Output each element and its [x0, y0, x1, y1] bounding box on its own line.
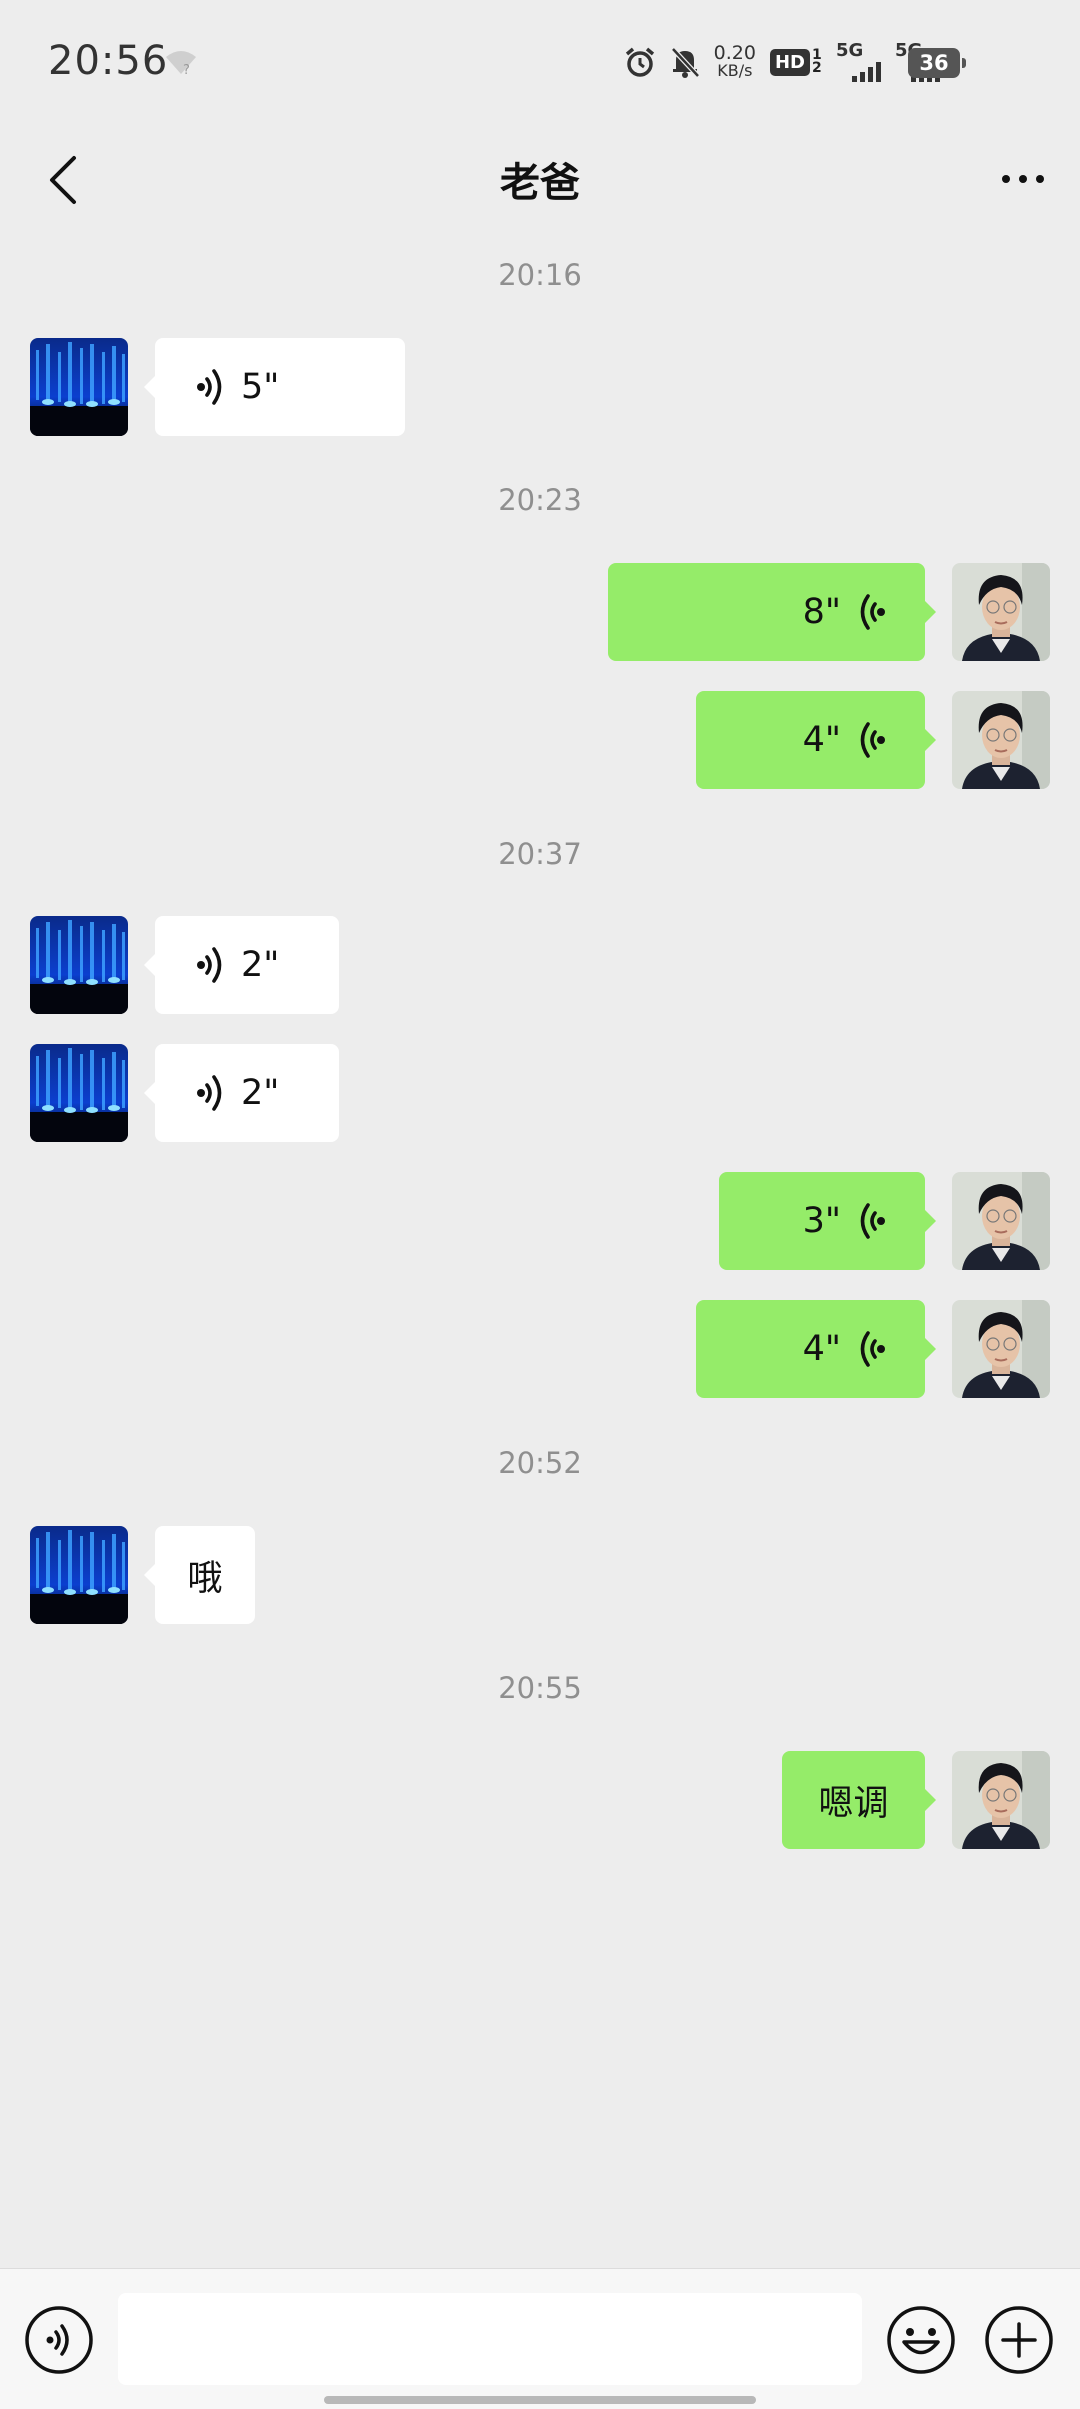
battery-level: 36: [908, 48, 960, 78]
voice-bubble[interactable]: 2": [144, 1044, 339, 1142]
svg-text:?: ?: [183, 63, 190, 76]
text-bubble[interactable]: 嗯调: [782, 1751, 936, 1849]
voice-duration: 2": [241, 1073, 280, 1113]
avatar-self[interactable]: [952, 691, 1050, 789]
voice-duration: 4": [802, 1329, 841, 1369]
hd-sub: 1 2: [812, 47, 822, 76]
message-input[interactable]: [118, 2293, 862, 2385]
voice-bubble[interactable]: 8": [608, 563, 936, 661]
alarm-icon: [625, 47, 654, 77]
voice-icon: [860, 722, 887, 758]
voice-duration: 5": [241, 367, 280, 407]
signal-1: 5G: [836, 42, 881, 82]
portrait-avatar-image: [952, 563, 1050, 661]
timestamp: 20:55: [498, 1671, 582, 1705]
status-time: 20:56: [48, 38, 169, 84]
voice-duration: 2": [241, 945, 280, 985]
message-outgoing-voice: 4": [696, 1300, 1050, 1398]
chat-title: 老爸: [500, 160, 580, 206]
signal-bars-icon: [852, 60, 881, 82]
status-icons: 0.20 KB/s HD 1 2 5G 5G: [624, 42, 940, 82]
timestamp: 20:23: [498, 483, 582, 517]
voice-duration: 3": [802, 1201, 841, 1241]
message-outgoing-voice: 4": [696, 691, 1050, 789]
wifi-icon: ?: [166, 51, 196, 76]
hd-voice-indicator: HD 1 2: [769, 47, 822, 76]
message-incoming-voice: 2": [30, 916, 350, 1014]
status-bar: 20:56 ? 0.20 KB/s HD 1 2 5G 36: [0, 0, 1080, 130]
avatar-self[interactable]: [952, 1172, 1050, 1270]
voice-bubble[interactable]: 2": [144, 916, 339, 1014]
portrait-avatar-image: [952, 1172, 1050, 1270]
voice-icon: [195, 369, 222, 405]
avatar-self[interactable]: [952, 1751, 1050, 1849]
fountain-avatar-image: [30, 1044, 128, 1142]
voice-icon: [195, 1075, 222, 1111]
input-bar: [0, 2268, 1080, 2409]
voice-duration: 8": [802, 592, 841, 632]
voice-icon: [860, 594, 887, 630]
hd-badge: HD: [769, 48, 810, 76]
timestamp: 20:16: [498, 258, 582, 292]
more-button[interactable]: [988, 144, 1058, 214]
portrait-avatar-image: [952, 1300, 1050, 1398]
avatar-self[interactable]: [952, 563, 1050, 661]
fountain-avatar-image: [30, 1526, 128, 1624]
voice-bubble[interactable]: 4": [696, 1300, 936, 1398]
avatar-self[interactable]: [952, 1300, 1050, 1398]
message-outgoing-voice: 8": [608, 563, 1050, 661]
more-dots-icon: [1002, 175, 1010, 183]
timestamp: 20:37: [498, 837, 582, 871]
voice-bubble[interactable]: 5": [144, 338, 405, 436]
message-incoming-voice: 2": [30, 1044, 350, 1142]
avatar-father[interactable]: [30, 916, 128, 1014]
avatar-father[interactable]: [30, 1526, 128, 1624]
avatar-father[interactable]: [30, 338, 128, 436]
voice-icon: [860, 1331, 887, 1367]
net-speed-value: 0.20: [713, 42, 756, 64]
portrait-avatar-image: [952, 691, 1050, 789]
battery-icon: 36: [908, 48, 966, 78]
home-indicator[interactable]: [324, 2396, 756, 2404]
mute-bell-icon: [670, 47, 700, 78]
portrait-avatar-image: [952, 1751, 1050, 1849]
voice-bubble[interactable]: 3": [719, 1172, 936, 1270]
message-outgoing-text: 嗯调: [782, 1751, 1050, 1849]
network-speed: 0.20 KB/s: [713, 42, 756, 80]
fountain-avatar-image: [30, 916, 128, 1014]
signal-1-label: 5G: [836, 40, 864, 61]
emoji-button[interactable]: [886, 2305, 956, 2375]
voice-input-button[interactable]: [24, 2305, 94, 2375]
voice-icon: [860, 1203, 887, 1239]
fountain-avatar-image: [30, 338, 128, 436]
timestamp: 20:52: [498, 1446, 582, 1480]
voice-duration: 4": [802, 720, 841, 760]
chat-header: 老爸: [0, 130, 1080, 230]
voice-bubble[interactable]: 4": [696, 691, 936, 789]
message-incoming-text: 哦: [30, 1526, 280, 1624]
avatar-father[interactable]: [30, 1044, 128, 1142]
message-outgoing-voice: 3": [719, 1172, 1050, 1270]
voice-icon: [195, 947, 222, 983]
net-speed-unit: KB/s: [717, 61, 753, 80]
message-incoming-voice: 5": [30, 338, 410, 436]
add-button[interactable]: [984, 2305, 1054, 2375]
text-bubble[interactable]: 哦: [144, 1526, 255, 1624]
